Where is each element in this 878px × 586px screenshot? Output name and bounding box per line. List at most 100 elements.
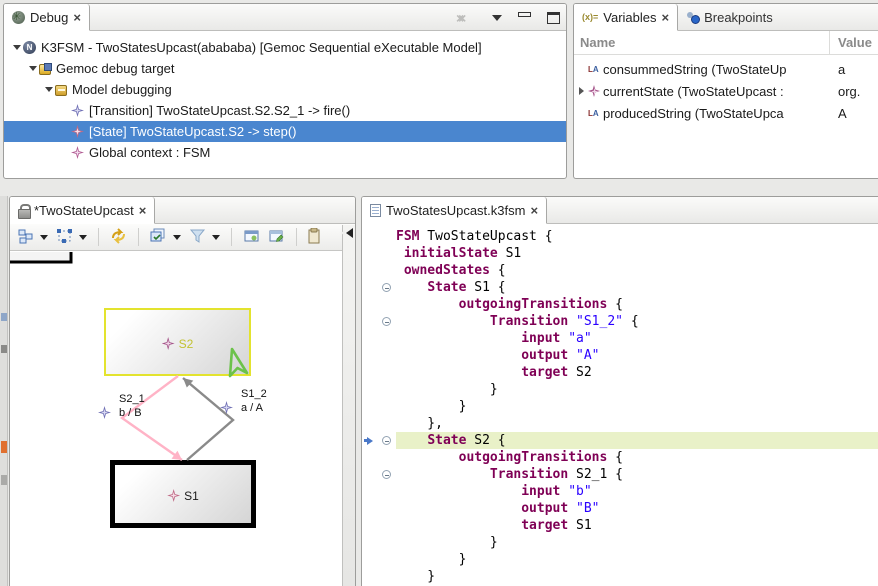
diagram-tabbar: *TwoStateUpcast × [10,197,355,224]
chevron-down-icon[interactable] [173,235,181,240]
variables-rows: LAconsummedString (TwoStateUpacurrentSta… [574,55,878,124]
editor-tab-label: TwoStatesUpcast.k3fsm [386,203,525,218]
column-name[interactable]: Name [574,31,830,54]
fast-view-trim[interactable] [0,196,8,586]
debug-tree-row[interactable]: [State] TwoStateUpcast.S2 -> step() [4,121,566,142]
minimize-icon[interactable] [518,12,531,17]
code-line[interactable]: initialState S1 [362,245,878,262]
variables-icon: (x)= [582,12,598,22]
code-line[interactable]: } [362,568,878,585]
code-text: State S2 { [396,432,878,449]
debug-tree-row[interactable]: NK3FSM - TwoStatesUpcast(abababa) [Gemoc… [4,37,566,58]
close-icon[interactable]: × [530,203,538,218]
code-text: outgoingTransitions { [396,296,878,313]
minimized-view-icon[interactable] [1,475,7,485]
expand-arrow-icon[interactable] [574,87,588,95]
variable-value: a [830,62,845,77]
code-line[interactable]: Transition S2_1 { [362,466,878,483]
close-icon[interactable]: × [662,10,670,25]
code-text: FSM TwoStateUpcast { [396,228,878,245]
code-line[interactable]: outgoingTransitions { [362,449,878,466]
code-line[interactable]: } [362,534,878,551]
debug-tree-row[interactable]: Model debugging [4,79,566,100]
current-frame-icon [71,125,84,138]
refresh-icon[interactable] [110,228,127,247]
code-line[interactable]: input "a" [362,330,878,347]
code-line[interactable]: input "b" [362,483,878,500]
arrange-all-icon[interactable] [18,228,34,247]
chevron-down-icon[interactable] [40,235,48,240]
fold-collapse-icon[interactable] [377,466,396,483]
code-line[interactable]: State S1 { [362,279,878,296]
code-line[interactable]: target S2 [362,364,878,381]
maximize-icon[interactable] [547,12,560,24]
edit-mode-icon[interactable] [268,228,285,247]
minimized-view-icon[interactable] [1,345,7,353]
arrowhead [183,378,193,388]
code-line[interactable]: } [362,381,878,398]
code-line[interactable]: } [362,551,878,568]
tab-diagram[interactable]: *TwoStateUpcast × [10,197,155,224]
string-variable-icon: LA [588,109,603,118]
tab-variables[interactable]: (x)= Variables × [574,4,678,31]
code-line[interactable]: outgoingTransitions { [362,296,878,313]
code-line[interactable]: ownedStates { [362,262,878,279]
paste-icon[interactable] [308,228,320,247]
variables-view: (x)= Variables × Breakpoints Name Value … [573,3,878,179]
select-mode-icon[interactable] [56,228,73,247]
expand-arrow-icon[interactable] [10,45,23,50]
palette-expand-icon[interactable] [346,228,353,238]
minimized-view-icon[interactable] [1,441,7,453]
code-line[interactable]: } [362,398,878,415]
filter-icon[interactable] [189,228,206,247]
tab-breakpoints[interactable]: Breakpoints [678,4,781,30]
code-line[interactable]: Transition "S1_2" { [362,313,878,330]
variables-tabbar: (x)= Variables × Breakpoints [574,4,878,31]
close-icon[interactable]: × [139,203,147,218]
remove-terminated-icon[interactable]: ×× [456,10,476,26]
stack-frame-icon [71,104,84,117]
chevron-down-icon[interactable] [79,235,87,240]
code-text: }, [396,415,878,432]
code-line[interactable]: target S1 [362,517,878,534]
show-properties-icon[interactable] [243,228,260,247]
code-line[interactable]: output "A" [362,347,878,364]
tab-debug[interactable]: Debug × [4,4,90,31]
debug-tree-row[interactable]: Global context : FSM [4,142,566,163]
minimized-view-icon[interactable] [1,313,7,321]
layers-icon[interactable] [150,228,167,247]
fold-collapse-icon[interactable] [377,279,396,296]
variable-row[interactable]: LAconsummedString (TwoStateUpa [574,58,878,80]
chevron-down-icon[interactable] [212,235,220,240]
fold-collapse-icon[interactable] [377,432,396,449]
debug-view: Debug × ×× NK3FSM - TwoStatesUpcast(abab… [3,3,567,179]
diagram-canvas[interactable]: S2 S1 S2_1 b / B [10,252,342,586]
expand-arrow-icon[interactable] [42,87,55,92]
diagram-editor: *TwoStateUpcast × S2 S1 [9,196,356,586]
variable-row[interactable]: LAproducedString (TwoStateUpcaA [574,102,878,124]
column-value[interactable]: Value [830,35,872,50]
state-node-s1[interactable]: S1 [110,460,256,528]
tab-k3fsm-file[interactable]: TwoStatesUpcast.k3fsm × [362,197,547,224]
debug-tabbar: Debug × ×× [4,4,566,31]
annotation-ruler [362,415,377,432]
expand-arrow-icon[interactable] [26,66,39,71]
variable-value: A [830,106,847,121]
view-menu-icon[interactable] [492,15,502,21]
variable-row[interactable]: currentState (TwoStateUpcast :org. [574,80,878,102]
code-line[interactable]: }, [362,415,878,432]
transition-label-s1-2[interactable]: S1_2 a / A [220,387,267,415]
code-line[interactable]: output "B" [362,500,878,517]
debug-tree-row[interactable]: Gemoc debug target [4,58,566,79]
fold-collapse-icon[interactable] [377,313,396,330]
code-line[interactable]: FSM TwoStateUpcast { [362,228,878,245]
code-line-current[interactable]: State S2 { [362,432,878,449]
debug-icon [12,11,25,24]
code-area[interactable]: FSM TwoStateUpcast { initialState S1 own… [362,225,878,586]
close-icon[interactable]: × [73,10,81,25]
fold-ruler [377,415,396,432]
state-node-s2[interactable]: S2 [104,308,251,376]
debug-tree-row[interactable]: [Transition] TwoStateUpcast.S2.S2_1 -> f… [4,100,566,121]
transition-label-s2-1[interactable]: S2_1 b / B [98,392,145,420]
transition-icon [98,406,111,419]
